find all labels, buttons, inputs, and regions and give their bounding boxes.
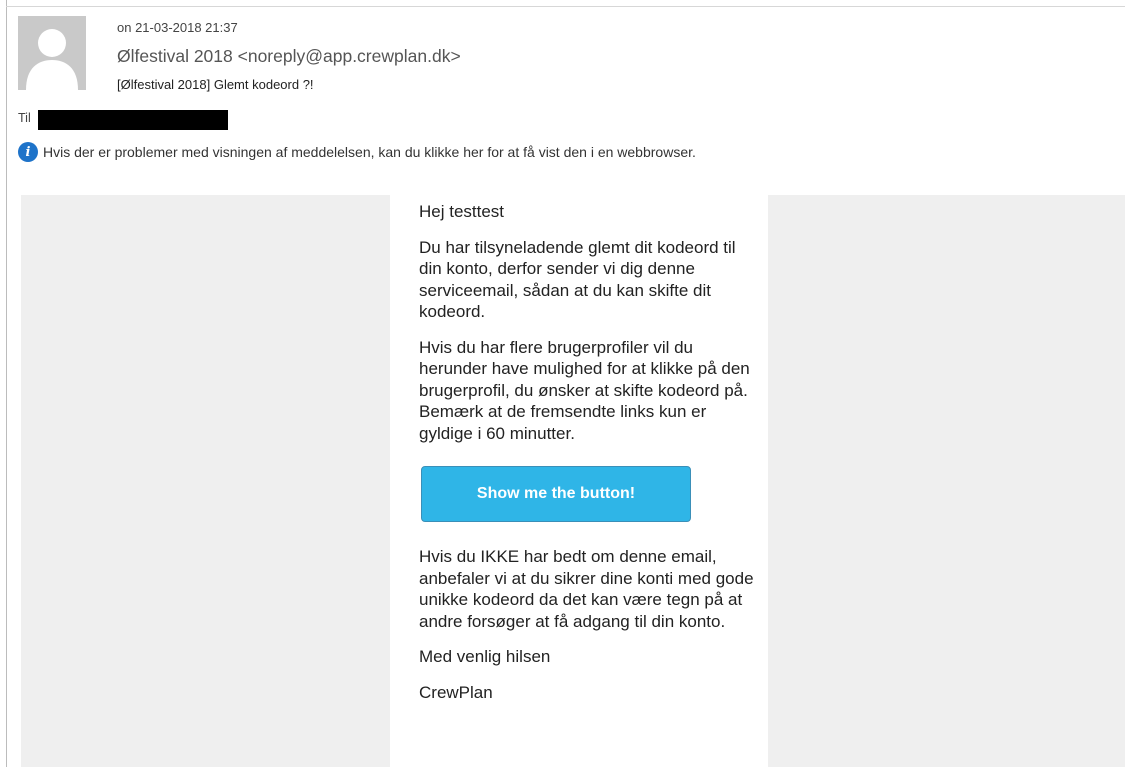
paragraph-forgot-password: Du har tilsyneladende glemt dit kodeord … — [419, 237, 736, 322]
info-bar-text[interactable]: Hvis der er problemer med visningen af m… — [43, 144, 696, 160]
paragraph-profiles: Hvis du har flere brugerprofiler vil du … — [419, 337, 750, 443]
show-button[interactable]: Show me the button! — [421, 466, 691, 522]
paragraph-security: Hvis du IKKE har bedt om denne email, an… — [419, 547, 754, 631]
greeting: Hej testtest — [419, 202, 505, 221]
person-silhouette-icon — [18, 16, 86, 90]
closing: Med venlig hilsen — [419, 647, 551, 666]
header-top-divider — [6, 6, 1125, 7]
email-body-content: Hej testtest Du har tilsyneladende glemt… — [419, 201, 755, 717]
to-label: Til — [18, 111, 31, 125]
window-left-border — [6, 0, 7, 767]
sender-address[interactable]: Ølfestival 2018 <noreply@app.crewplan.dk… — [117, 46, 461, 67]
signature: CrewPlan — [419, 682, 493, 702]
info-icon: i — [18, 142, 38, 162]
message-subject: [Ølfestival 2018] Glemt kodeord ?! — [117, 77, 314, 92]
sender-avatar — [18, 16, 86, 90]
info-bar[interactable]: i Hvis der er problemer med visningen af… — [18, 141, 696, 163]
message-date: on 21-03-2018 21:37 — [117, 20, 238, 35]
recipient-redacted — [38, 110, 228, 130]
